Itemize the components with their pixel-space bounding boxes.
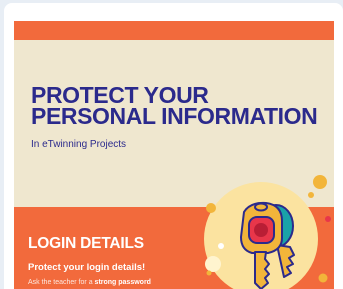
- document-viewer: PROTECT YOUR PERSONAL INFORMATION In eTw…: [4, 3, 343, 289]
- decorative-dot: [325, 216, 331, 222]
- decorative-dot: [318, 273, 328, 283]
- body-text: Ask the teacher for a strong password: [28, 279, 151, 286]
- section-subtitle: Protect your login details!: [28, 262, 146, 273]
- section-title: LOGIN DETAILS: [28, 235, 144, 252]
- decorative-dot: [218, 243, 224, 249]
- body-text-prefix: Ask the teacher for a: [28, 279, 93, 286]
- decorative-dot: [308, 192, 314, 198]
- decorative-dot: [206, 203, 216, 213]
- body-text-emphasis: strong password: [94, 279, 151, 286]
- decorative-dot: [313, 175, 327, 189]
- decorative-dot: [206, 270, 212, 276]
- slide: PROTECT YOUR PERSONAL INFORMATION In eTw…: [14, 21, 334, 289]
- decorative-dot: [205, 256, 221, 272]
